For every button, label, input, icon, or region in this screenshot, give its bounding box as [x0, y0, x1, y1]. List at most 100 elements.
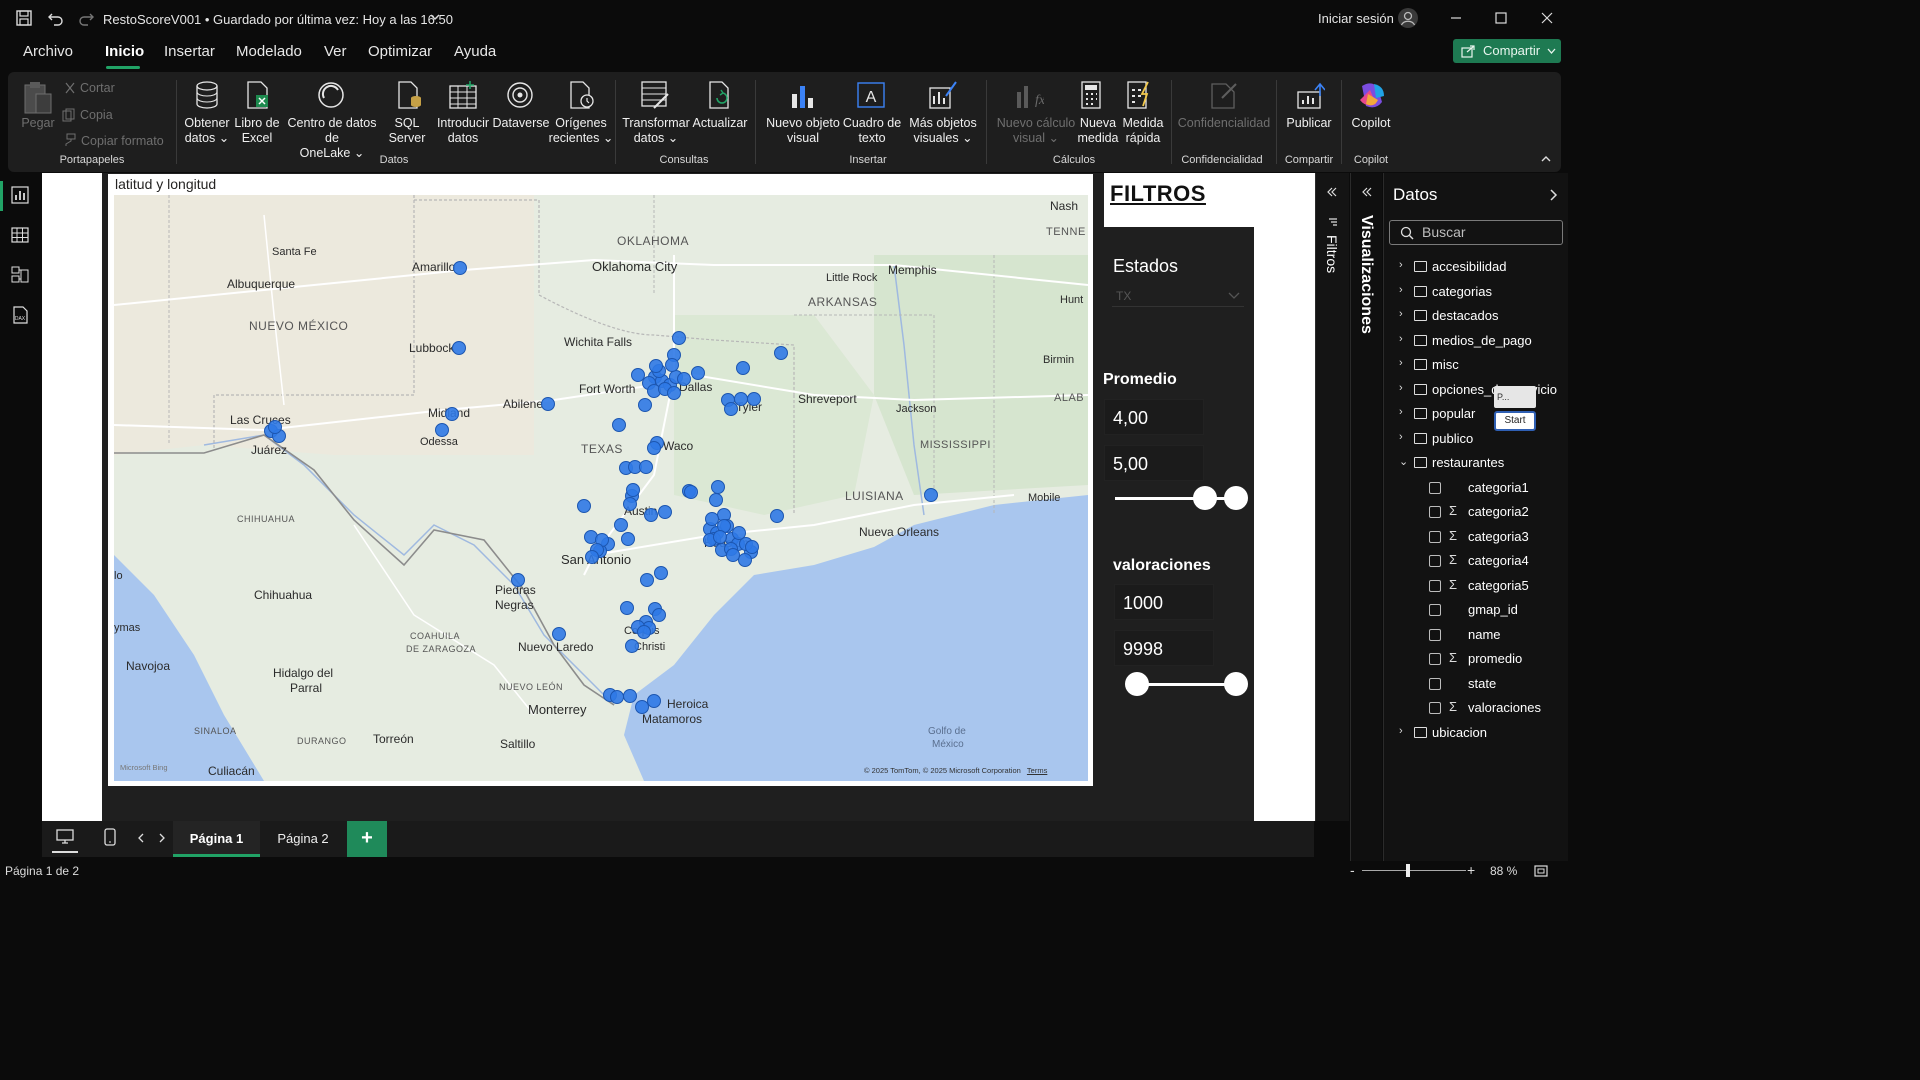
dax-query-view-icon[interactable]: DAX: [10, 305, 30, 325]
menu-insertar[interactable]: Insertar: [164, 43, 215, 60]
menu-ver[interactable]: Ver: [324, 43, 347, 60]
table-accesibilidad[interactable]: accesibilidad: [1432, 258, 1506, 276]
field-valoraciones[interactable]: valoraciones: [1468, 699, 1541, 717]
get-data-button[interactable]: Obtener datos ⌄: [178, 116, 236, 146]
refresh-button[interactable]: Actualizar: [690, 116, 750, 131]
restaurant-point[interactable]: [736, 361, 750, 375]
filters-pane[interactable]: Filtros: [1315, 173, 1349, 821]
restaurant-point[interactable]: [672, 331, 686, 345]
document-title[interactable]: RestoScoreV001 • Guardado por última vez…: [103, 12, 453, 27]
restaurant-point[interactable]: [638, 398, 652, 412]
restaurant-point[interactable]: [654, 566, 668, 580]
textbox-button[interactable]: Cuadro de texto: [842, 116, 902, 146]
valoraciones-slider-max-handle[interactable]: [1224, 672, 1248, 696]
save-icon[interactable]: [14, 8, 34, 28]
restaurant-point[interactable]: [665, 358, 679, 372]
publish-button[interactable]: Publicar: [1280, 116, 1338, 131]
table-view-icon[interactable]: [10, 225, 30, 245]
field-categoria5[interactable]: categoria5: [1468, 577, 1529, 595]
avatar-icon[interactable]: [1397, 7, 1419, 29]
terms-link[interactable]: Terms: [1027, 766, 1047, 775]
restaurant-point[interactable]: [635, 700, 649, 714]
field-name[interactable]: name: [1468, 626, 1501, 644]
new-visual-button[interactable]: Nuevo objeto visual: [760, 116, 846, 146]
sql-server-button[interactable]: SQL Server: [384, 116, 430, 146]
sensitivity-button[interactable]: Confidencialidad: [1174, 116, 1274, 131]
restaurant-point[interactable]: [552, 627, 566, 641]
table-medios_de_pago[interactable]: medios_de_pago: [1432, 332, 1532, 350]
field-categoria3[interactable]: categoria3: [1468, 528, 1529, 546]
restaurant-point[interactable]: [770, 509, 784, 523]
field-promedio[interactable]: promedio: [1468, 650, 1522, 668]
restaurant-point[interactable]: [445, 407, 459, 421]
restaurant-point[interactable]: [541, 397, 555, 411]
excel-workbook-button[interactable]: Libro de Excel: [230, 116, 284, 146]
zoom-out-button[interactable]: -: [1350, 862, 1355, 878]
restaurant-point[interactable]: [585, 550, 599, 564]
close-icon[interactable]: [1537, 8, 1557, 28]
restaurant-point[interactable]: [621, 532, 635, 546]
restaurant-point[interactable]: [647, 694, 661, 708]
table-misc[interactable]: misc: [1432, 356, 1459, 374]
enter-data-button[interactable]: Introducir datos: [432, 116, 494, 146]
estados-dropdown[interactable]: TX: [1112, 285, 1244, 307]
restaurant-point[interactable]: [623, 497, 637, 511]
menu-modelado[interactable]: Modelado: [236, 43, 302, 60]
restaurant-point[interactable]: [625, 639, 639, 653]
table-categorias[interactable]: categorias: [1432, 283, 1492, 301]
valoraciones-slider-track[interactable]: [1136, 683, 1236, 686]
restaurant-point[interactable]: [711, 480, 725, 494]
restaurant-point[interactable]: [577, 499, 591, 513]
page-tab-2[interactable]: Página 2: [262, 821, 344, 857]
menu-ayuda[interactable]: Ayuda: [454, 43, 496, 60]
restaurant-point[interactable]: [268, 420, 282, 434]
restaurant-point[interactable]: [620, 601, 634, 615]
restaurant-point[interactable]: [511, 573, 525, 587]
restaurant-point[interactable]: [684, 485, 698, 499]
field-categoria4[interactable]: categoria4: [1468, 552, 1529, 570]
restaurant-point[interactable]: [610, 690, 624, 704]
restaurant-points-layer[interactable]: [114, 195, 1088, 781]
model-view-icon[interactable]: [10, 265, 30, 285]
start-button[interactable]: Start: [1494, 411, 1536, 431]
restaurant-point[interactable]: [614, 518, 628, 532]
table-popular[interactable]: popular: [1432, 405, 1475, 423]
menu-archivo[interactable]: Archivo: [23, 43, 73, 60]
copilot-button[interactable]: Copilot: [1348, 116, 1394, 131]
restaurant-point[interactable]: [713, 530, 727, 544]
restaurant-point[interactable]: [726, 548, 740, 562]
restaurant-point[interactable]: [924, 488, 938, 502]
zoom-slider-track[interactable]: [1362, 870, 1466, 871]
paste-button[interactable]: Pegar: [20, 116, 56, 131]
recent-sources-button[interactable]: Orígenes recientes ⌄: [544, 116, 618, 146]
valoraciones-min-input[interactable]: 1000: [1114, 584, 1214, 620]
visualizations-pane[interactable]: Visualizaciones: [1350, 173, 1382, 861]
restaurant-point[interactable]: [640, 573, 654, 587]
restaurant-point[interactable]: [705, 512, 719, 526]
expand-pane-icon[interactable]: [1361, 187, 1373, 197]
table-destacados[interactable]: destacados: [1432, 307, 1499, 325]
zoom-slider-thumb[interactable]: [1405, 864, 1410, 877]
restaurant-point[interactable]: [647, 441, 661, 455]
mobile-layout-icon[interactable]: [104, 828, 116, 846]
transform-data-button[interactable]: Transformar datos ⌄: [620, 116, 692, 146]
restaurant-point[interactable]: [667, 386, 681, 400]
restaurant-point[interactable]: [734, 392, 748, 406]
cut-button[interactable]: Cortar: [80, 81, 115, 96]
data-search-input[interactable]: Buscar: [1389, 220, 1563, 245]
desktop-layout-icon[interactable]: [56, 829, 74, 845]
valoraciones-max-input[interactable]: 9998: [1114, 630, 1214, 666]
field-categoria2[interactable]: categoria2: [1468, 503, 1529, 521]
restaurant-point[interactable]: [639, 460, 653, 474]
promedio-slider-track[interactable]: [1115, 497, 1235, 500]
next-page-icon[interactable]: [158, 833, 166, 843]
restaurant-point[interactable]: [637, 625, 651, 639]
menu-optimizar[interactable]: Optimizar: [368, 43, 432, 60]
restaurant-point[interactable]: [644, 508, 658, 522]
restaurant-point[interactable]: [658, 505, 672, 519]
field-gmap_id[interactable]: gmap_id: [1468, 601, 1518, 619]
undo-icon[interactable]: [46, 8, 66, 28]
restaurant-point[interactable]: [631, 368, 645, 382]
valoraciones-slider-min-handle[interactable]: [1125, 672, 1149, 696]
dataverse-button[interactable]: Dataverse: [492, 116, 550, 131]
